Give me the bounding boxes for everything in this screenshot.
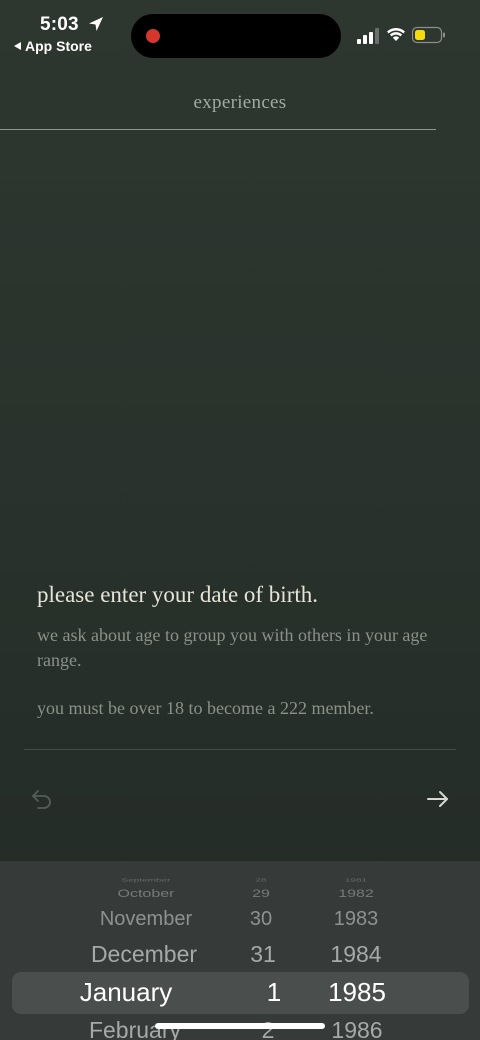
- picker-year[interactable]: 1981: [311, 878, 401, 883]
- picker-row[interactable]: November 30 1983: [0, 908, 480, 934]
- picker-month[interactable]: October: [71, 888, 221, 901]
- picker-month[interactable]: September: [71, 878, 221, 883]
- status-time: 5:03: [40, 14, 79, 35]
- dynamic-island: [131, 14, 341, 58]
- arrow-right-icon: [427, 791, 448, 807]
- picker-selected-row[interactable]: January 1 1985: [0, 977, 480, 1009]
- picker-day[interactable]: 29: [231, 888, 291, 901]
- battery-icon: [412, 26, 445, 44]
- picker-day[interactable]: 30: [231, 908, 291, 931]
- recording-indicator-icon: [146, 29, 160, 43]
- date-of-birth-screen: 5:03 App Store experiences please enter …: [0, 0, 480, 1040]
- picker-day[interactable]: 31: [233, 941, 293, 968]
- location-icon: [89, 17, 103, 31]
- content-divider: [24, 749, 456, 750]
- next-button[interactable]: [423, 786, 453, 812]
- undo-arrow-icon: [32, 790, 51, 809]
- prompt-heading: please enter your date of birth.: [37, 582, 318, 607]
- picker-year[interactable]: 1984: [311, 941, 401, 968]
- back-app-label: App Store: [25, 38, 92, 54]
- page-title: experiences: [193, 92, 287, 113]
- picker-row[interactable]: October 29 1982: [0, 885, 480, 907]
- picker-month[interactable]: December: [69, 941, 219, 968]
- status-bar: 5:03 App Store: [0, 0, 480, 62]
- signal-icon: [357, 28, 379, 44]
- back-to-app-link[interactable]: App Store: [14, 38, 92, 54]
- wifi-icon: [387, 27, 405, 41]
- picker-year-selected[interactable]: 1985: [312, 977, 402, 1008]
- age-requirement-note: you must be over 18 to become a 222 memb…: [37, 698, 374, 718]
- back-triangle-icon: [14, 42, 21, 50]
- picker-month-selected[interactable]: January: [51, 977, 201, 1008]
- back-button[interactable]: [28, 786, 58, 812]
- home-indicator[interactable]: [155, 1023, 325, 1029]
- picker-year[interactable]: 1986: [312, 1017, 402, 1040]
- picker-year[interactable]: 1982: [311, 888, 401, 901]
- picker-row[interactable]: December 31 1984: [0, 941, 480, 969]
- picker-day-selected[interactable]: 1: [244, 977, 304, 1008]
- date-picker[interactable]: September 28 1981 October 29 1982 Novemb…: [0, 861, 480, 1040]
- header-divider: [0, 129, 436, 130]
- picker-year[interactable]: 1983: [311, 908, 401, 931]
- picker-month[interactable]: November: [71, 908, 221, 931]
- prompt-description: we ask about age to group you with other…: [37, 625, 428, 670]
- picker-day[interactable]: 28: [231, 878, 291, 883]
